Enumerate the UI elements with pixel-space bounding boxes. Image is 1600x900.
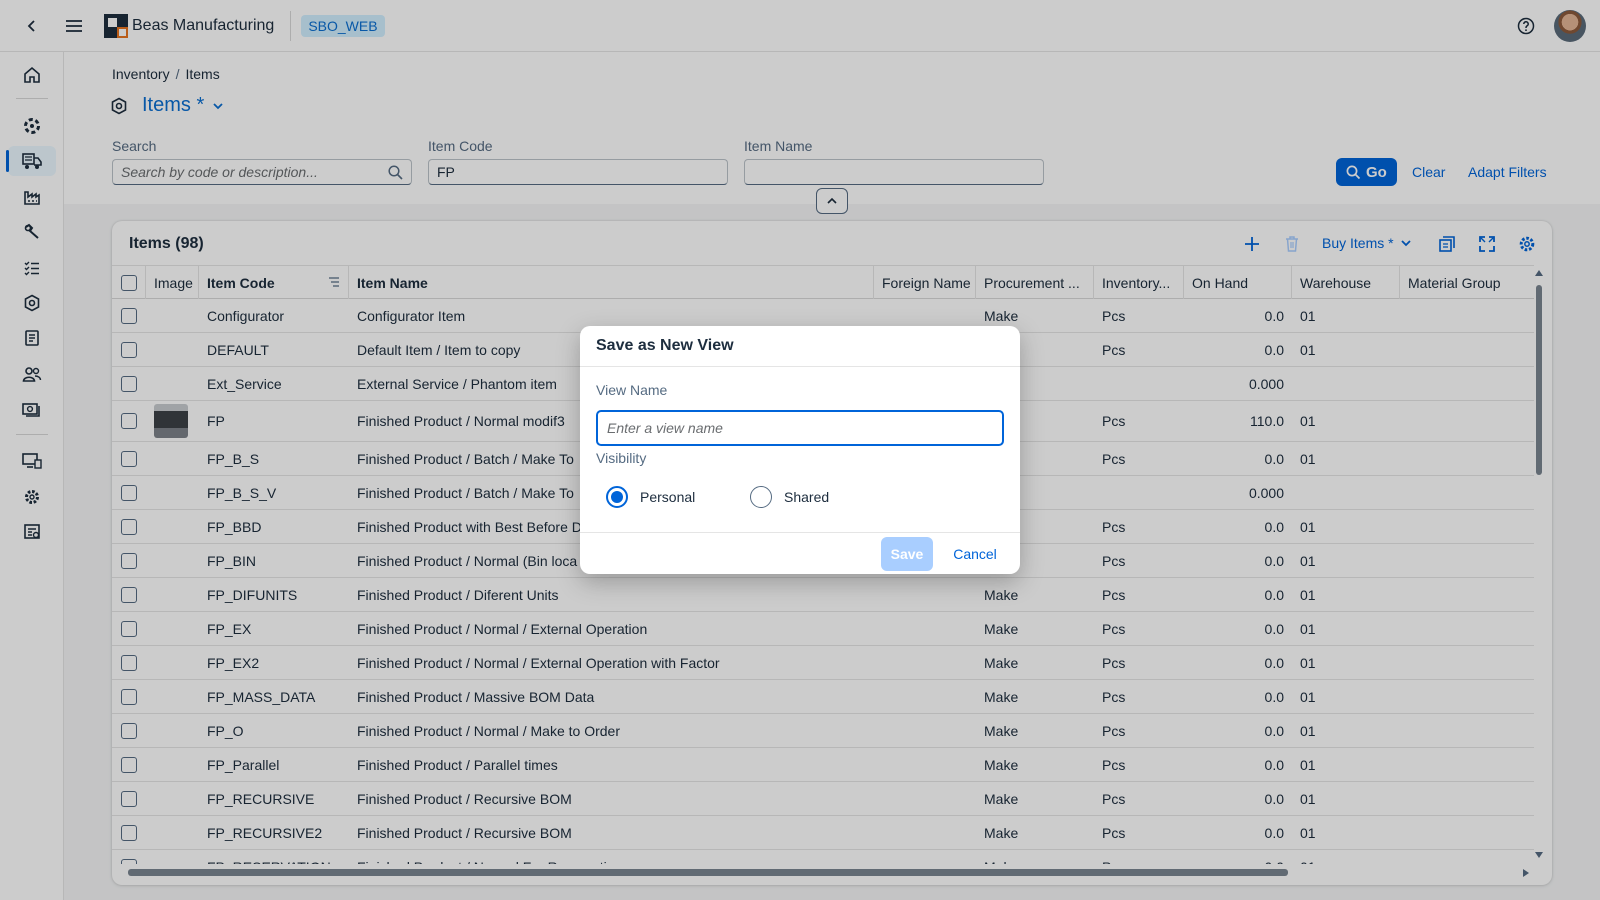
view-name-placeholder: Enter a view name [607, 420, 723, 436]
view-name-label: View Name [596, 382, 668, 398]
radio-shared-label: Shared [784, 489, 830, 505]
radio-personal[interactable]: Personal [606, 486, 695, 508]
dialog-title: Save as New View [596, 337, 734, 354]
radio-personal-circle[interactable] [606, 486, 628, 508]
visibility-label: Visibility [596, 450, 647, 466]
save-view-dialog: Save as New View View Name Enter a view … [580, 326, 1020, 574]
save-button[interactable]: Save [881, 537, 933, 571]
radio-shared-circle[interactable] [750, 486, 772, 508]
radio-personal-label: Personal [640, 489, 696, 505]
dialog-footer-separator [580, 532, 1020, 533]
cancel-button[interactable]: Cancel [945, 537, 1005, 571]
radio-shared[interactable]: Shared [750, 486, 829, 508]
dialog-separator [580, 366, 1020, 367]
view-name-input[interactable]: Enter a view name [596, 410, 1004, 446]
